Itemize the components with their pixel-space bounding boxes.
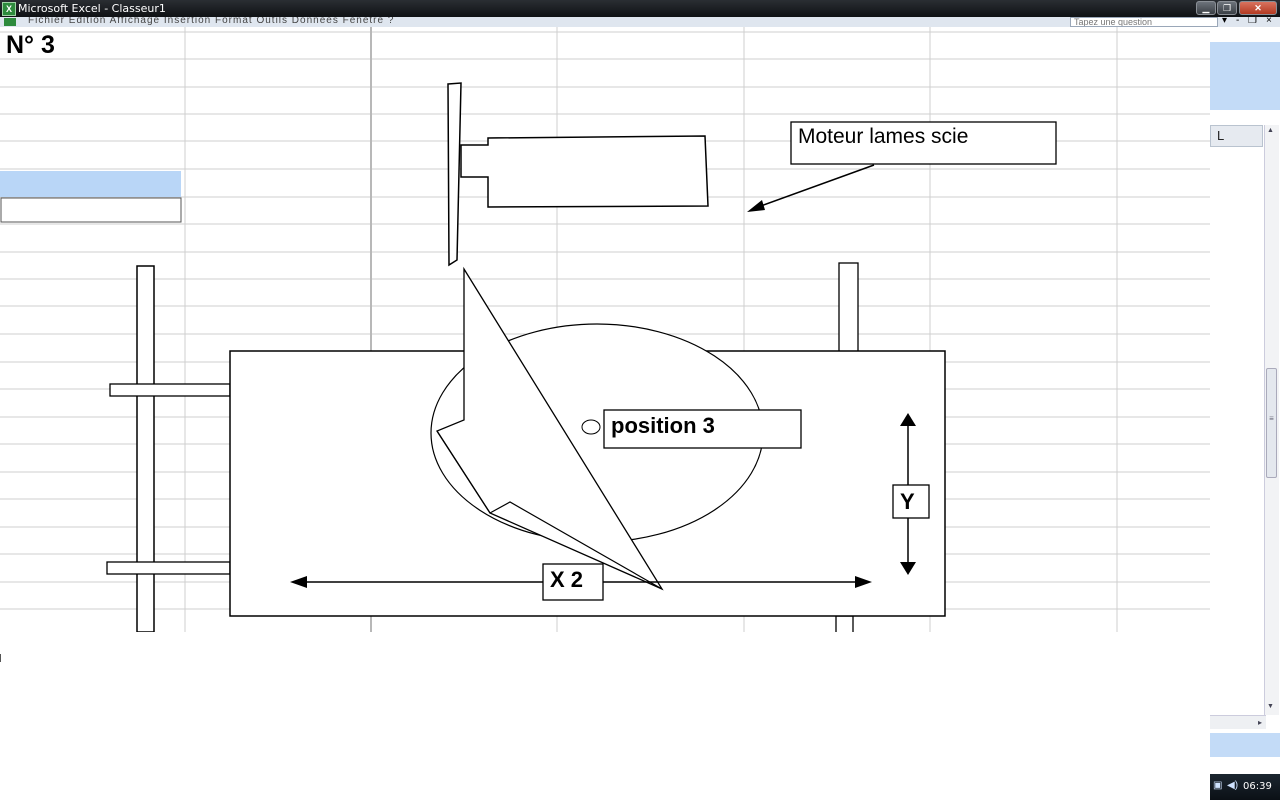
motor-pointer-arrowhead xyxy=(747,200,765,212)
scroll-down-icon[interactable]: ▼ xyxy=(1267,703,1274,710)
doc-minimize-button[interactable]: - xyxy=(1236,17,1239,26)
position-label: position 3 xyxy=(611,413,715,438)
clock[interactable]: 06:39 xyxy=(1243,781,1272,792)
doc-close-button[interactable]: × xyxy=(1266,17,1272,26)
excel-app-icon[interactable]: X xyxy=(2,2,16,16)
menu-bar: Fichier Edition Affichage Insertion Form… xyxy=(0,17,1280,27)
toolbar-strip xyxy=(1210,42,1280,110)
speaker-icon[interactable]: ◀) xyxy=(1227,780,1238,791)
page-title: N° 3 xyxy=(6,31,55,59)
window-title-bar: X Microsoft Excel - Classeur1 ▁ ❐ ✕ xyxy=(0,0,1280,17)
window-title: Microsoft Excel - Classeur1 xyxy=(18,2,166,15)
maximize-button[interactable]: ❐ xyxy=(1217,1,1237,15)
right-post-bottom xyxy=(835,615,854,632)
scroll-up-icon[interactable]: ▲ xyxy=(1267,127,1274,134)
network-icon[interactable]: ▣ xyxy=(1213,780,1222,791)
motor-label: Moteur lames scie xyxy=(798,125,968,148)
column-header-l[interactable]: L xyxy=(1210,125,1263,147)
right-post-top xyxy=(838,262,859,354)
right-panel: L ▲ ≡ ▼ ▸ ▣ ◀) 06:39 xyxy=(1210,27,1280,800)
cursor-marker xyxy=(0,654,1,662)
system-tray: ▣ ◀) 06:39 xyxy=(1210,774,1280,800)
blank-area xyxy=(0,632,1210,800)
selected-cell[interactable] xyxy=(0,171,181,197)
left-rail xyxy=(136,265,155,632)
doc-restore-button[interactable]: ❐ xyxy=(1248,17,1257,26)
menu-items[interactable]: Fichier Edition Affichage Insertion Form… xyxy=(28,17,394,26)
upper-crossbar xyxy=(109,383,231,397)
worksheet-grid[interactable]: Moteur lames scie position 3 X 2 Y N° 3 xyxy=(0,27,1210,632)
help-dropdown-icon[interactable]: ▾ xyxy=(1222,17,1227,26)
minimize-button[interactable]: ▁ xyxy=(1196,1,1216,15)
motor-pointer-line xyxy=(757,164,875,208)
close-button[interactable]: ✕ xyxy=(1239,1,1277,15)
lower-crossbar xyxy=(106,561,231,575)
workbook-icon[interactable] xyxy=(4,18,16,26)
help-search-input[interactable]: Tapez une question xyxy=(1070,17,1218,27)
motor-body xyxy=(460,135,709,208)
worksheet-canvas: Moteur lames scie position 3 X 2 Y N° 3 xyxy=(0,27,1210,632)
pivot-point-icon xyxy=(581,419,601,435)
status-strip xyxy=(1210,733,1280,757)
scroll-thumb[interactable]: ≡ xyxy=(1266,368,1277,478)
horizontal-scroll-arrow[interactable]: ▸ xyxy=(1210,715,1266,729)
blade-shaft xyxy=(447,82,462,267)
x-label: X 2 xyxy=(550,567,583,592)
active-cell[interactable] xyxy=(0,197,182,223)
y-label: Y xyxy=(900,489,915,514)
vertical-scrollbar[interactable]: ▲ ≡ ▼ xyxy=(1264,125,1279,715)
